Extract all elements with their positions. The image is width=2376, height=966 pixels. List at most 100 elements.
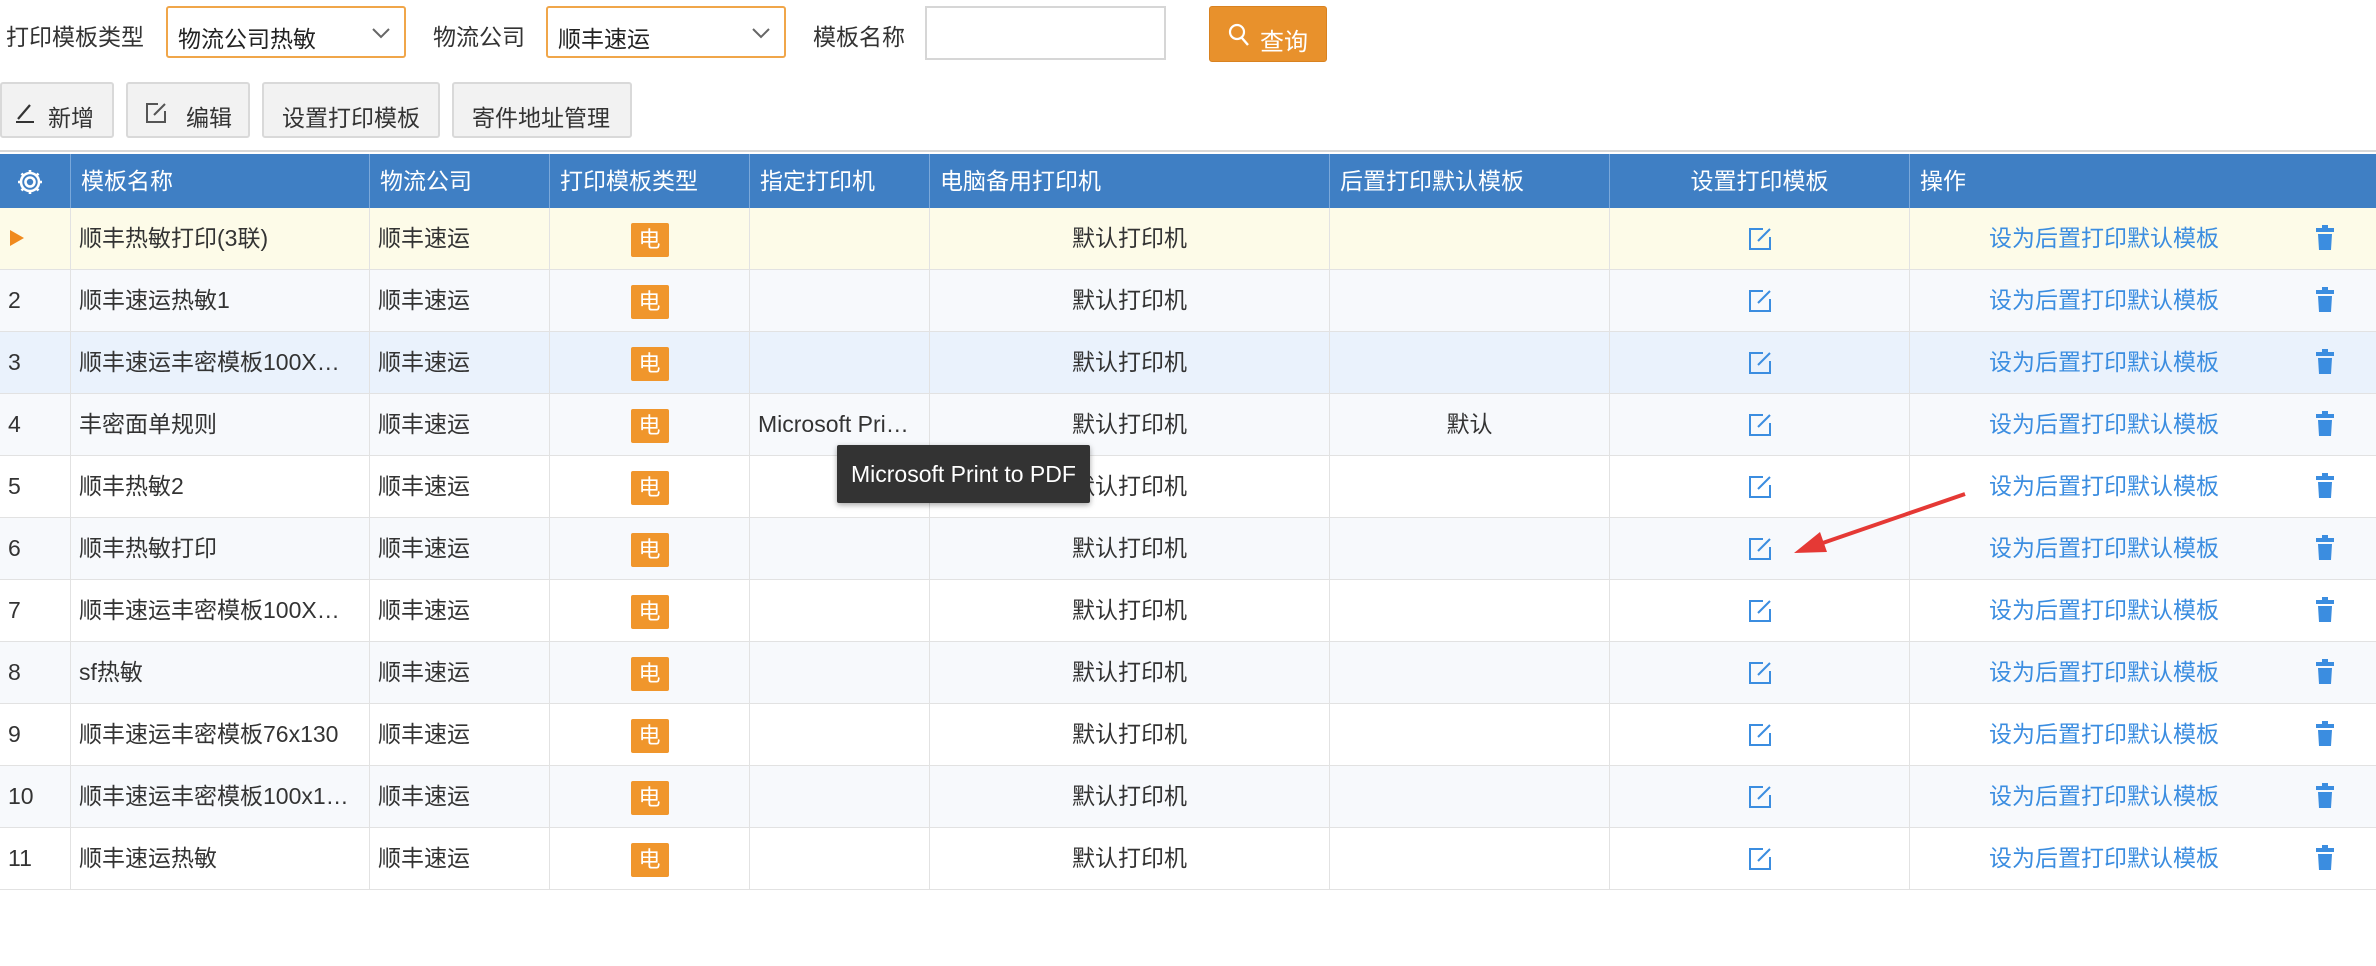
row-pointer-icon: [10, 230, 24, 246]
header-template-type[interactable]: 打印模板类型: [550, 154, 750, 208]
set-post-default-link[interactable]: 设为后置打印默认模板: [1989, 518, 2219, 579]
row-number-text: 11: [8, 845, 32, 871]
trash-icon[interactable]: [2314, 287, 2336, 313]
trash-icon[interactable]: [2314, 721, 2336, 747]
sender-address-button[interactable]: 寄件地址管理: [452, 82, 632, 138]
edit-icon[interactable]: [1747, 288, 1773, 314]
set-post-default-link[interactable]: 设为后置打印默认模板: [1989, 704, 2219, 765]
trash-icon[interactable]: [2314, 349, 2336, 375]
logistics-company-cell-text: 顺丰速运: [378, 473, 470, 499]
backup-printer-cell-text: 默认打印机: [1072, 411, 1187, 437]
add-button[interactable]: 新增: [0, 82, 114, 138]
operations-cell: 设为后置打印默认模板: [1910, 394, 2376, 455]
trash-icon[interactable]: [2314, 473, 2336, 499]
backup-printer-cell: 默认打印机: [930, 208, 1330, 269]
logistics-company-cell: 顺丰速运: [370, 580, 550, 641]
header-template-name[interactable]: 模板名称: [71, 154, 370, 208]
set-post-default-link[interactable]: 设为后置打印默认模板: [1989, 828, 2219, 889]
table-row[interactable]: 11 顺丰速运热敏 顺丰速运 电 默认打印机 设为后置打印默认模板: [0, 828, 2376, 890]
set-post-default-link[interactable]: 设为后置打印默认模板: [1989, 580, 2219, 641]
set-post-default-link[interactable]: 设为后置打印默认模板: [1989, 332, 2219, 393]
logistics-company-cell-text: 顺丰速运: [378, 597, 470, 623]
table-row[interactable]: 8 sf热敏 顺丰速运 电 默认打印机 设为后置打印默认模板: [0, 642, 2376, 704]
set-template-cell: [1610, 208, 1910, 269]
template-type-cell: 电: [550, 208, 750, 269]
edit-icon[interactable]: [1747, 536, 1773, 562]
backup-printer-cell: 默认打印机: [930, 580, 1330, 641]
set-post-default-link[interactable]: 设为后置打印默认模板: [1989, 456, 2219, 517]
backup-printer-cell-text: 默认打印机: [1072, 597, 1187, 623]
set-post-default-link[interactable]: 设为后置打印默认模板: [1989, 766, 2219, 827]
edit-icon[interactable]: [1747, 722, 1773, 748]
edit-icon[interactable]: [1747, 412, 1773, 438]
row-number: 8: [0, 642, 71, 703]
backup-printer-cell-text: 默认打印机: [1072, 535, 1187, 561]
template-name-cell: 顺丰速运丰密模板100X…: [71, 580, 370, 641]
template-name-cell-text: 顺丰速运丰密模板76x130: [79, 721, 339, 747]
header-set-template[interactable]: 设置打印模板: [1610, 154, 1910, 208]
template-name-cell: 顺丰热敏2: [71, 456, 370, 517]
backup-printer-cell-text: 默认打印机: [1072, 845, 1187, 871]
logistics-select[interactable]: 顺丰速运: [546, 6, 786, 58]
column-settings[interactable]: [0, 154, 71, 208]
header-backup-printer[interactable]: 电脑备用打印机: [930, 154, 1330, 208]
template-name-cell-text: 丰密面单规则: [79, 411, 217, 437]
trash-icon[interactable]: [2314, 597, 2336, 623]
header-assigned-printer[interactable]: 指定打印机: [750, 154, 930, 208]
grid-header: 模板名称 物流公司 打印模板类型 指定打印机 电脑备用打印机 后置打印默认模板 …: [0, 154, 2376, 208]
template-name-cell: 顺丰速运丰密模板76x130: [71, 704, 370, 765]
edit-icon[interactable]: [1747, 660, 1773, 686]
table-row[interactable]: 顺丰热敏打印(3联) 顺丰速运 电 默认打印机 设为后置打印默认模板: [0, 208, 2376, 270]
filter-bar: 打印模板类型 物流公司热敏 物流公司 顺丰速运 模板名称 查询: [0, 0, 1400, 66]
set-template-cell: [1610, 270, 1910, 331]
row-number: 9: [0, 704, 71, 765]
edit-icon[interactable]: [1747, 784, 1773, 810]
set-post-default-link[interactable]: 设为后置打印默认模板: [1989, 208, 2219, 269]
edit-button[interactable]: 编辑: [126, 82, 250, 138]
template-type-cell: 电: [550, 270, 750, 331]
add-label: 新增: [48, 105, 94, 131]
template-name-input[interactable]: [925, 6, 1166, 60]
logistics-value: 顺丰速运: [558, 26, 650, 52]
row-number-text: 9: [8, 721, 21, 747]
table-row[interactable]: 3 顺丰速运丰密模板100X… 顺丰速运 电 默认打印机 设为后置打印默认模板: [0, 332, 2376, 394]
edit-icon[interactable]: [1747, 846, 1773, 872]
e-waybill-badge: 电: [630, 532, 669, 567]
table-row[interactable]: 7 顺丰速运丰密模板100X… 顺丰速运 电 默认打印机 设为后置打印默认模板: [0, 580, 2376, 642]
set-template-button[interactable]: 设置打印模板: [262, 82, 440, 138]
edit-icon[interactable]: [1747, 598, 1773, 624]
trash-icon[interactable]: [2314, 225, 2336, 251]
post-default-cell: [1330, 208, 1610, 269]
edit-icon[interactable]: [1747, 474, 1773, 500]
table-row[interactable]: 6 顺丰热敏打印 顺丰速运 电 默认打印机 设为后置打印默认模板: [0, 518, 2376, 580]
template-type-select[interactable]: 物流公司热敏: [166, 6, 406, 58]
trash-icon[interactable]: [2314, 845, 2336, 871]
trash-icon[interactable]: [2314, 535, 2336, 561]
row-number: 3: [0, 332, 71, 393]
e-waybill-badge: 电: [630, 842, 669, 877]
trash-icon[interactable]: [2314, 411, 2336, 437]
template-name-cell: 顺丰热敏打印: [71, 518, 370, 579]
header-post-default[interactable]: 后置打印默认模板: [1330, 154, 1610, 208]
table-row[interactable]: 2 顺丰速运热敏1 顺丰速运 电 默认打印机 设为后置打印默认模板: [0, 270, 2376, 332]
table-row[interactable]: 9 顺丰速运丰密模板76x130 顺丰速运 电 默认打印机 设为后置打印默认模板: [0, 704, 2376, 766]
backup-printer-cell-text: 默认打印机: [1072, 721, 1187, 747]
set-post-default-link[interactable]: 设为后置打印默认模板: [1989, 394, 2219, 455]
trash-icon[interactable]: [2314, 659, 2336, 685]
header-logistics-company[interactable]: 物流公司: [370, 154, 550, 208]
table-row[interactable]: 10 顺丰速运丰密模板100x1… 顺丰速运 电 默认打印机 设为后置打印默认模板: [0, 766, 2376, 828]
table-row[interactable]: 4 丰密面单规则 顺丰速运 电 Microsoft Pri… 默认打印机 默认 设为后置打印默…: [0, 394, 2376, 456]
logistics-company-cell: 顺丰速运: [370, 394, 550, 455]
edit-icon[interactable]: [1747, 226, 1773, 252]
table-row[interactable]: 5 顺丰热敏2 顺丰速运电默认打印机 设为后置打印默认模板: [0, 456, 2376, 518]
toolbar: 新增 编辑 设置打印模板 寄件地址管理: [0, 82, 700, 138]
set-template-cell: [1610, 394, 1910, 455]
chevron-down-icon: [752, 28, 770, 39]
set-post-default-link[interactable]: 设为后置打印默认模板: [1989, 270, 2219, 331]
assigned-printer-cell: [750, 704, 930, 765]
query-button[interactable]: 查询: [1209, 6, 1327, 62]
edit-icon[interactable]: [1747, 350, 1773, 376]
set-post-default-link[interactable]: 设为后置打印默认模板: [1989, 642, 2219, 703]
trash-icon[interactable]: [2314, 783, 2336, 809]
logistics-company-cell: 顺丰速运: [370, 704, 550, 765]
